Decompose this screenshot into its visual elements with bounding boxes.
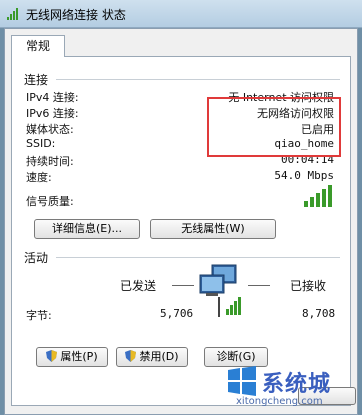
disable-button[interactable]: 禁用(D): [116, 347, 188, 367]
ssid-label: SSID:: [26, 137, 56, 150]
media-state-label: 媒体状态:: [26, 123, 74, 136]
uac-shield-icon: [125, 350, 137, 362]
bytes-label: 字节:: [26, 309, 52, 322]
properties-button[interactable]: 属性(P): [36, 347, 108, 367]
properties-button-label: 属性(P): [60, 350, 98, 363]
uac-shield-icon: [46, 350, 58, 362]
network-computers-icon: [199, 264, 241, 317]
tab-general[interactable]: 常规: [11, 35, 65, 57]
watermark-logo-icon: [228, 366, 256, 396]
received-label: 已接收: [290, 279, 327, 293]
details-button[interactable]: 详细信息(E)...: [34, 219, 140, 239]
received-dash: [248, 285, 270, 286]
section-divider: [56, 257, 340, 258]
ipv6-value: 无网络访问权限: [257, 107, 334, 120]
title-bar[interactable]: 无线网络连接 状态: [0, 0, 362, 28]
disable-button-label: 禁用(D): [139, 350, 179, 363]
status-dialog: 常规 连接 IPv4 连接: 无 Internet 访问权限 IPv6 连接: …: [4, 28, 358, 415]
ipv4-value: 无 Internet 访问权限: [228, 91, 334, 104]
received-bytes-value: 8,708: [302, 307, 336, 320]
connection-section-label: 连接: [24, 73, 49, 87]
signal-quality-label: 信号质量:: [26, 195, 74, 208]
sent-bytes-value: 5,706: [160, 307, 194, 320]
speed-label: 速度:: [26, 171, 52, 184]
ipv6-label: IPv6 连接:: [26, 107, 79, 120]
ipv4-label: IPv4 连接:: [26, 91, 79, 104]
watermark-url: xitongcheng.com: [236, 396, 323, 407]
duration-label: 持续时间:: [26, 155, 74, 168]
wireless-signal-icon: [7, 8, 18, 20]
wireless-properties-button[interactable]: 无线属性(W): [150, 219, 276, 239]
window-title: 无线网络连接 状态: [26, 8, 126, 22]
section-divider: [56, 79, 340, 80]
diagnose-button[interactable]: 诊断(G): [204, 347, 268, 367]
sent-label: 已发送: [120, 279, 157, 293]
sent-dash: [172, 285, 194, 286]
activity-section-label: 活动: [24, 251, 49, 265]
duration-value: 00:04:14: [281, 153, 334, 166]
speed-value: 54.0 Mbps: [274, 169, 334, 182]
signal-strength-icon: [304, 185, 332, 207]
ssid-value: qiao_home: [274, 137, 334, 150]
media-state-value: 已启用: [301, 123, 334, 136]
general-panel: 连接 IPv4 连接: 无 Internet 访问权限 IPv6 连接: 无网络…: [11, 56, 351, 406]
watermark-brand: 系统城: [262, 372, 332, 397]
